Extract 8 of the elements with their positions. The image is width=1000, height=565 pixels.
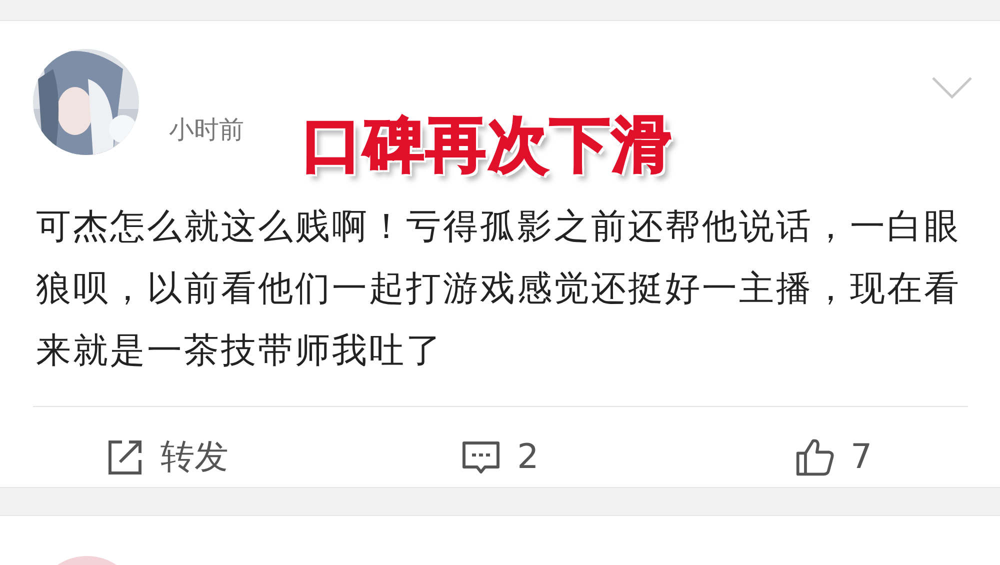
comment-button[interactable]: 2 [457,433,543,481]
chevron-down-icon[interactable] [932,77,972,99]
overlay-caption: 口碑再次下滑 [302,109,674,182]
post-time: 小时前 [169,115,244,144]
thumbs-up-icon [794,437,834,477]
like-button[interactable]: 7 [790,433,876,481]
repost-button[interactable]: 转发 [100,430,233,484]
post-text: 可杰怎么就这么贱啊！亏得孤影之前还帮他说话，一白眼狼呗，以前看他们一起打游戏感觉还挺好一主播，现在看来就是一茶技带师我吐了 [35,206,962,373]
